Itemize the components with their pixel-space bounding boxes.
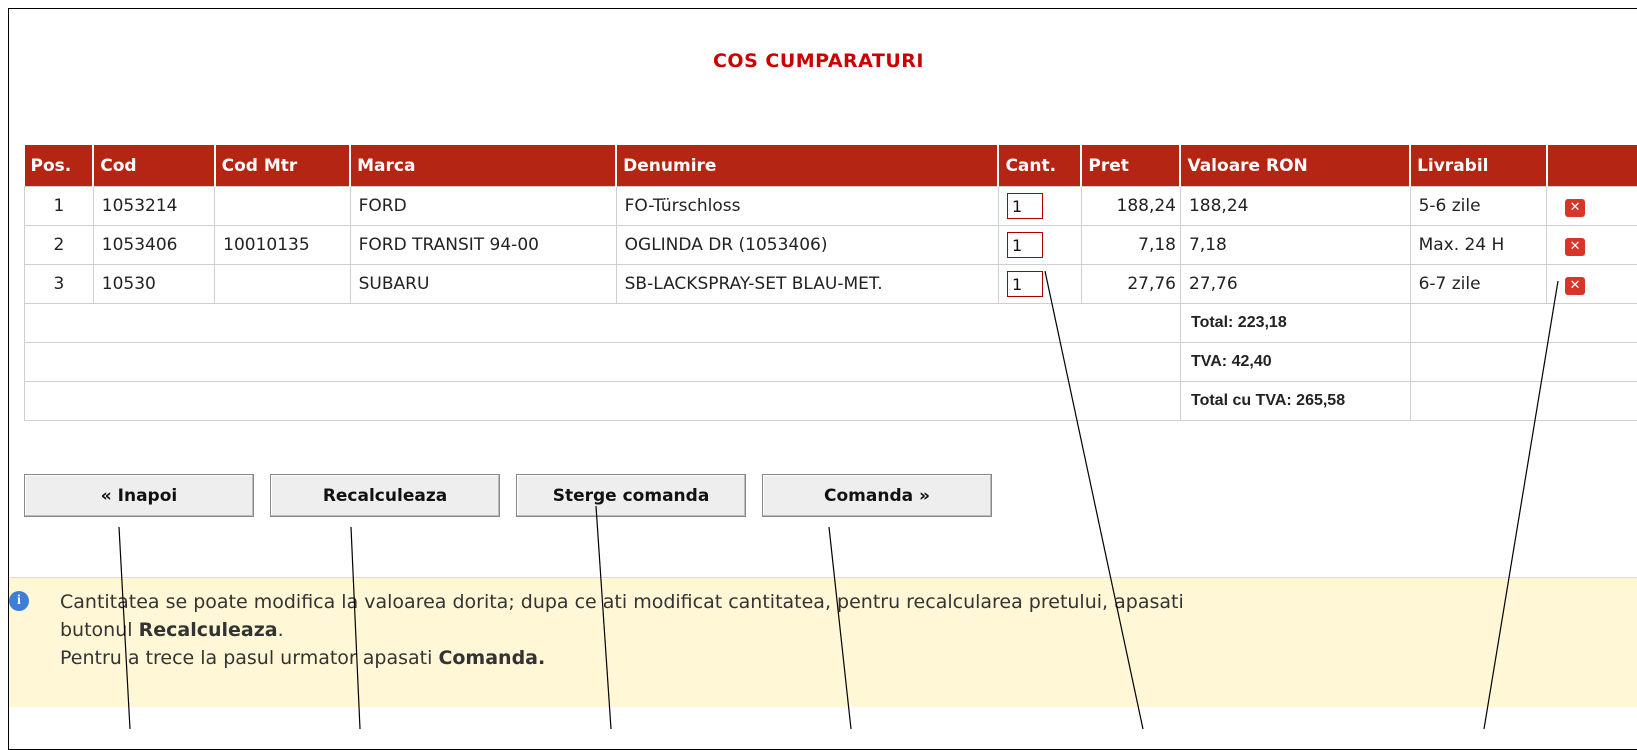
info-icon: i [9, 591, 29, 611]
cell-pret: 7,18 [1081, 226, 1180, 265]
cell-actions: ✕ [1547, 187, 1637, 226]
cell-pret: 188,24 [1081, 187, 1180, 226]
cell-cant [998, 187, 1081, 226]
cart-table: Pos. Cod Cod Mtr Marca Denumire Cant. Pr… [24, 145, 1637, 421]
col-header-marca: Marca [350, 145, 616, 187]
cell-pret: 27,76 [1081, 265, 1180, 304]
cell-livrabil: Max. 24 H [1410, 226, 1547, 265]
cell-valoare: 7,18 [1180, 226, 1410, 265]
info-text: butonul [60, 619, 139, 641]
cell-livrabil: 5-6 zile [1410, 187, 1547, 226]
total-with-tva-value: Total cu TVA: 265,58 [1180, 382, 1410, 421]
totals-spacer [25, 382, 1181, 421]
cell-livrabil: 6-7 zile [1410, 265, 1547, 304]
info-text: . [278, 619, 284, 641]
cell-marca: FORD TRANSIT 94-00 [350, 226, 616, 265]
cell-cant [998, 226, 1081, 265]
cell-cod: 1053406 [93, 226, 214, 265]
totals-row: Total cu TVA: 265,58 [25, 382, 1637, 421]
col-header-cant: Cant. [998, 145, 1081, 187]
cell-pos: 1 [25, 187, 94, 226]
info-line-1: Cantitatea se poate modifica la valoarea… [29, 588, 1637, 616]
totals-row: TVA: 42,40 [25, 343, 1637, 382]
cell-denumire: OGLINDA DR (1053406) [616, 226, 998, 265]
cell-cod-mtr [215, 265, 351, 304]
col-header-cod-mtr: Cod Mtr [215, 145, 351, 187]
recalculate-button[interactable]: Recalculeaza [270, 474, 500, 517]
cell-actions: ✕ [1547, 265, 1637, 304]
totals-spacer [1410, 343, 1637, 382]
cell-cod: 1053214 [93, 187, 214, 226]
cell-cod-mtr [215, 187, 351, 226]
cell-cod-mtr: 10010135 [215, 226, 351, 265]
totals-spacer [25, 343, 1181, 382]
cell-marca: FORD [350, 187, 616, 226]
cell-valoare: 188,24 [1180, 187, 1410, 226]
quantity-input[interactable] [1007, 271, 1043, 297]
quantity-input[interactable] [1007, 193, 1043, 219]
col-header-pret: Pret [1081, 145, 1180, 187]
col-header-pos: Pos. [25, 145, 94, 187]
table-row: 3 10530 SUBARU SB-LACKSPRAY-SET BLAU-MET… [25, 265, 1637, 304]
info-line-2: butonul Recalculeaza. [29, 616, 1637, 644]
info-box: i Cantitatea se poate modifica la valoar… [9, 577, 1637, 707]
totals-spacer [25, 304, 1181, 343]
cell-cod: 10530 [93, 265, 214, 304]
info-bold-recalculate: Recalculeaza [139, 619, 278, 641]
tva-value: TVA: 42,40 [1180, 343, 1410, 382]
close-icon[interactable]: ✕ [1565, 199, 1585, 217]
delete-order-button[interactable]: Sterge comanda [516, 474, 746, 517]
col-header-livrabil: Livrabil [1410, 145, 1547, 187]
cell-marca: SUBARU [350, 265, 616, 304]
totals-spacer [1410, 304, 1637, 343]
col-header-denumire: Denumire [616, 145, 998, 187]
cell-denumire: SB-LACKSPRAY-SET BLAU-MET. [616, 265, 998, 304]
table-row: 1 1053214 FORD FO-Türschloss 188,24 188,… [25, 187, 1637, 226]
info-bold-comanda: Comanda. [438, 647, 545, 669]
close-icon[interactable]: ✕ [1565, 277, 1585, 295]
col-header-actions [1547, 145, 1637, 187]
cell-valoare: 27,76 [1180, 265, 1410, 304]
quantity-input[interactable] [1007, 232, 1043, 258]
back-button[interactable]: « Inapoi [24, 474, 254, 517]
info-line-3: Pentru a trece la pasul urmator apasati … [29, 644, 1637, 672]
cell-actions: ✕ [1547, 226, 1637, 265]
cell-cant [998, 265, 1081, 304]
page-title: COS CUMPARATURI [0, 50, 1637, 72]
cell-denumire: FO-Türschloss [616, 187, 998, 226]
totals-row: Total: 223,18 [25, 304, 1637, 343]
table-row: 2 1053406 10010135 FORD TRANSIT 94-00 OG… [25, 226, 1637, 265]
col-header-cod: Cod [93, 145, 214, 187]
cell-pos: 3 [25, 265, 94, 304]
col-header-valoare: Valoare RON [1180, 145, 1410, 187]
cell-pos: 2 [25, 226, 94, 265]
totals-spacer [1410, 382, 1637, 421]
order-button[interactable]: Comanda » [762, 474, 992, 517]
table-header-row: Pos. Cod Cod Mtr Marca Denumire Cant. Pr… [25, 145, 1637, 187]
total-value: Total: 223,18 [1180, 304, 1410, 343]
info-text: Pentru a trece la pasul urmator apasati [60, 647, 438, 669]
close-icon[interactable]: ✕ [1565, 238, 1585, 256]
